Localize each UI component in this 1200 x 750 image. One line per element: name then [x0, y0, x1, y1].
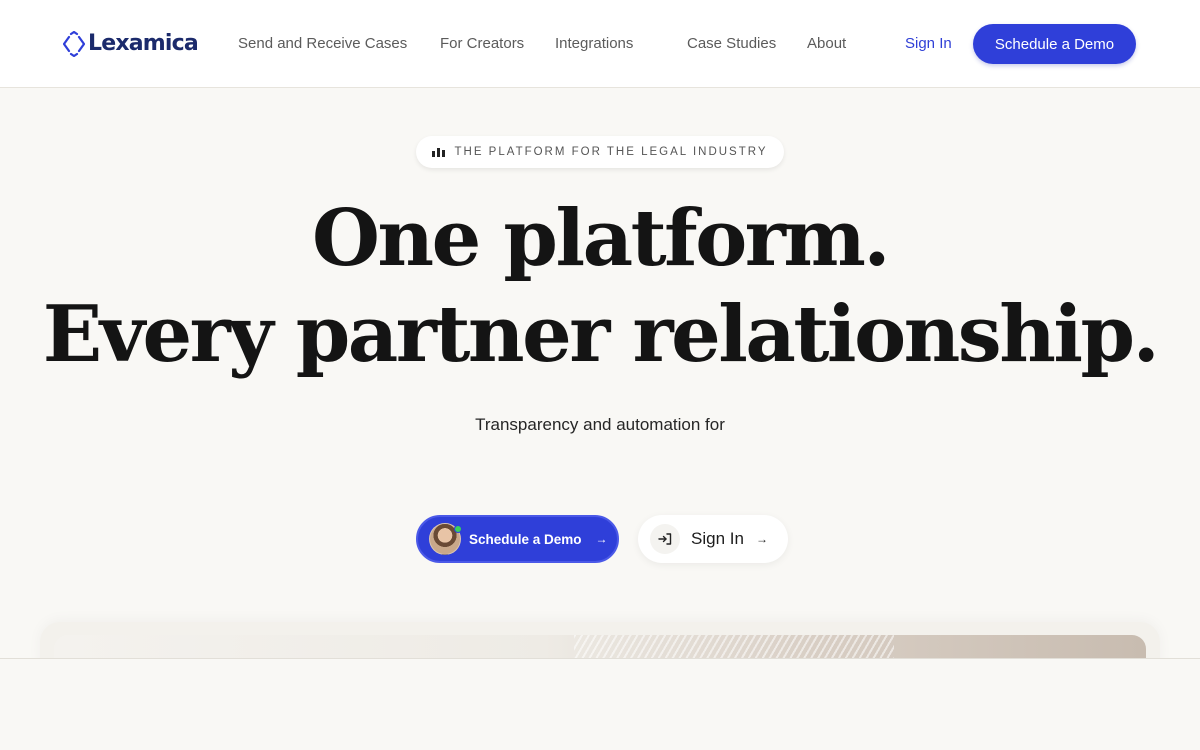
- page-footer-band: [0, 658, 1200, 750]
- nav-sign-in-link[interactable]: Sign In: [905, 34, 952, 54]
- online-status-dot: [454, 525, 462, 533]
- hero-badge: THE PLATFORM FOR THE LEGAL INDUSTRY: [416, 136, 784, 168]
- nav-link-integrations[interactable]: Integrations: [555, 34, 633, 54]
- lexamica-logo[interactable]: Lexamica: [63, 30, 199, 58]
- hero-schedule-demo-label: Schedule a Demo: [469, 531, 582, 547]
- top-navbar: Lexamica Send and Receive Cases For Crea…: [0, 0, 1200, 88]
- nav-link-case-studies[interactable]: Case Studies: [687, 34, 776, 54]
- logo-wordmark: Lexamica: [88, 31, 199, 56]
- sign-in-icon: [650, 524, 680, 554]
- nav-schedule-demo-button[interactable]: Schedule a Demo: [973, 24, 1136, 64]
- logo-mark-icon: [63, 31, 85, 57]
- hero-subheadline: Transparency and automation for: [475, 415, 725, 434]
- hero-schedule-demo-button[interactable]: Schedule a Demo →: [416, 515, 619, 563]
- arrow-right-icon: →: [755, 532, 768, 546]
- hero-headline-line-1: One platform.: [311, 193, 891, 284]
- advisor-avatar: [429, 523, 462, 555]
- hero-badge-label: THE PLATFORM FOR THE LEGAL INDUSTRY: [454, 146, 768, 158]
- arrow-right-icon: →: [595, 532, 608, 546]
- hero-sign-in-label: Sign In: [691, 529, 744, 548]
- nav-link-send-receive-cases[interactable]: Send and Receive Cases: [238, 34, 407, 54]
- hero-sign-in-button[interactable]: Sign In →: [638, 515, 788, 563]
- bar-chart-icon: [432, 147, 446, 157]
- nav-link-for-creators[interactable]: For Creators: [440, 34, 524, 54]
- hero-headline-line-2: Every partner relationship.: [42, 289, 1160, 380]
- nav-link-about[interactable]: About: [807, 34, 846, 54]
